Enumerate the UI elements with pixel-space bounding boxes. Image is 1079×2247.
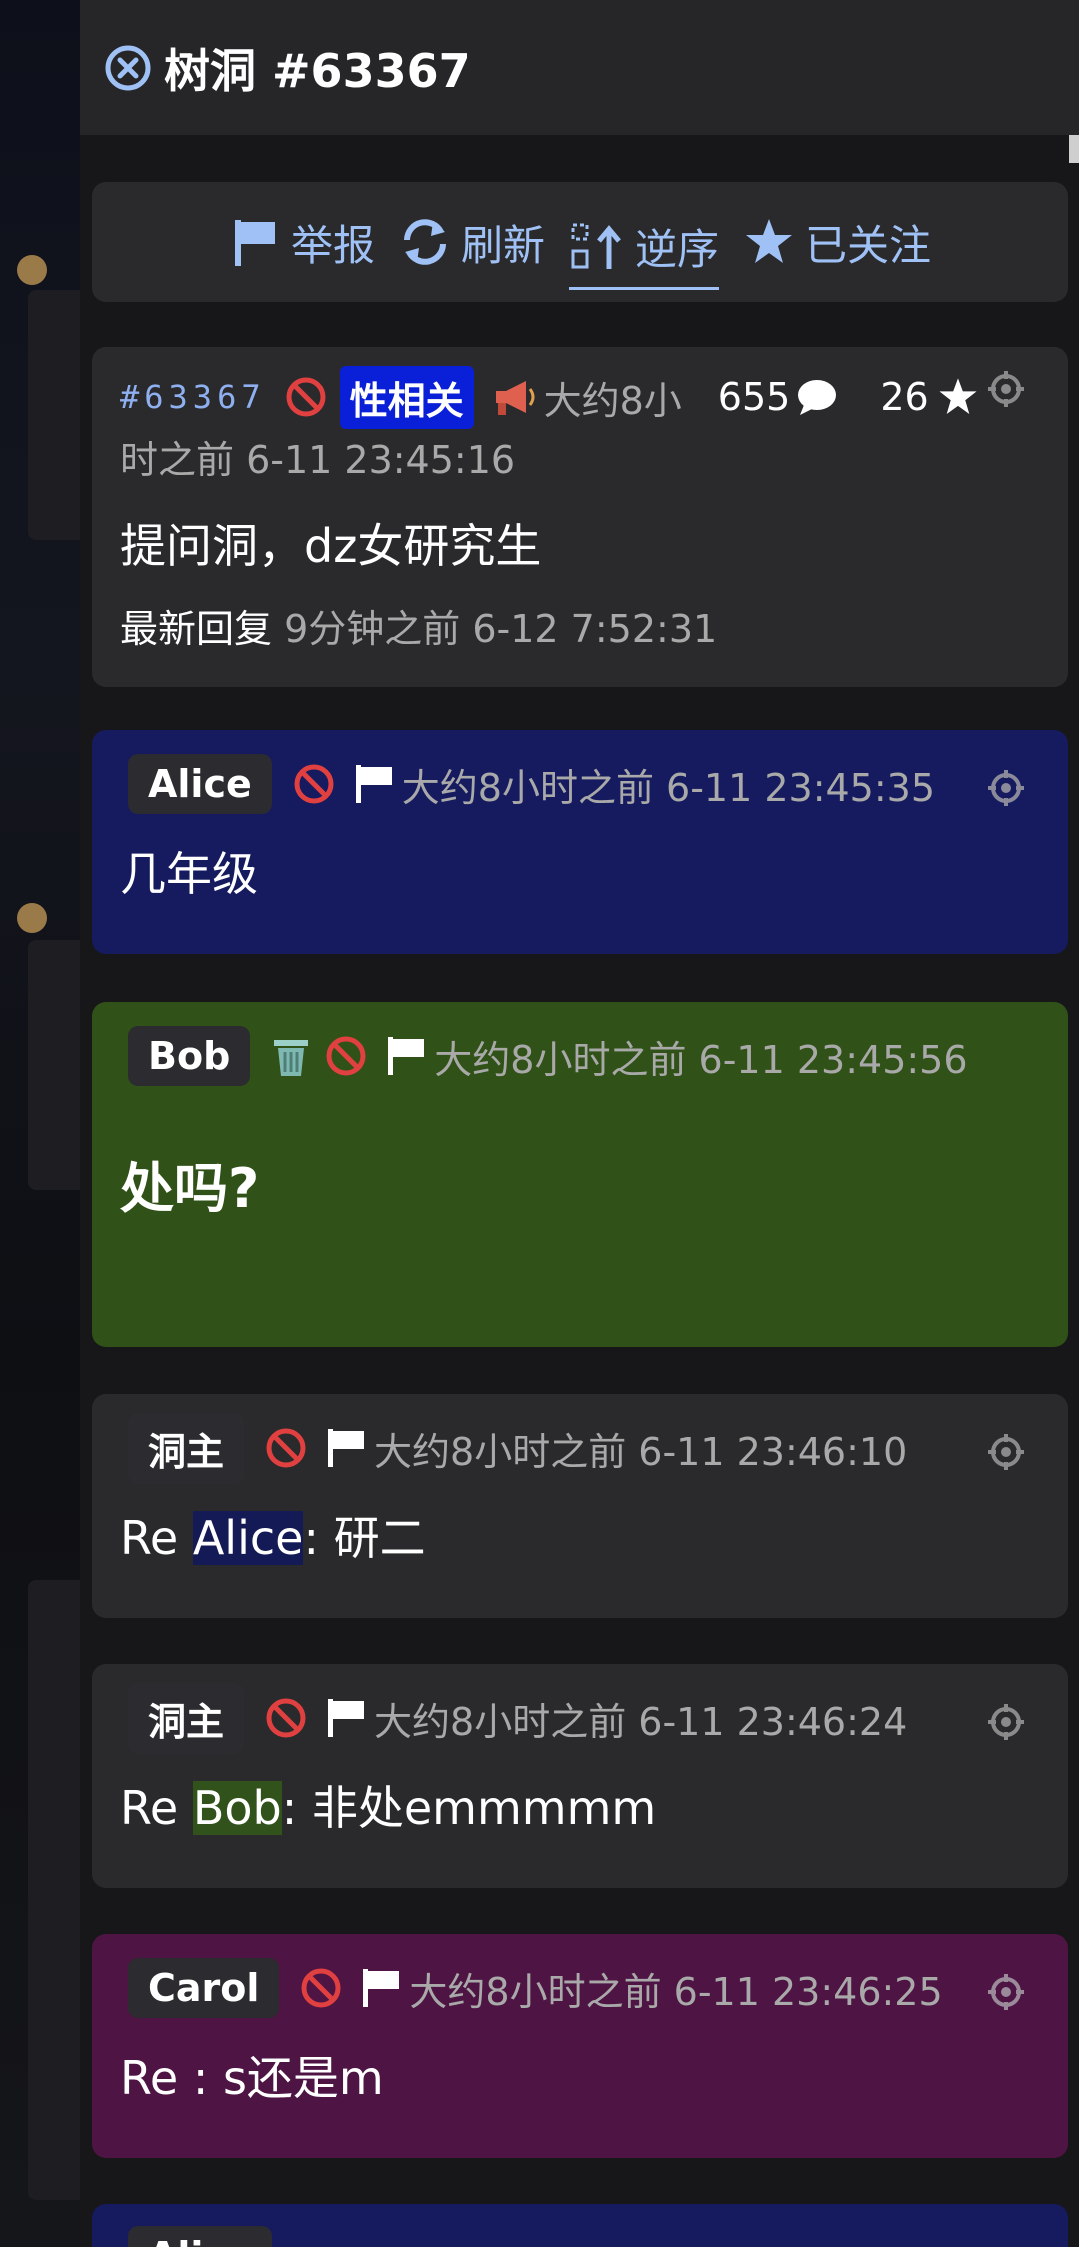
reply-time: 大约8小时之前 6-11 23:45:56 — [434, 1037, 968, 1082]
report-label: 举报 — [290, 220, 375, 270]
post-id[interactable]: #63367 — [120, 378, 266, 416]
reply-author: Alice — [128, 754, 272, 814]
reply-author: 洞主 — [128, 1412, 245, 1484]
action-toolbar: 举报 刷新 逆序 已关注 — [92, 182, 1068, 302]
megaphone-icon — [492, 375, 536, 419]
reply-card: Alice 大约8小时之前 6-11 23:45:35 几年级 — [92, 730, 1068, 954]
reply-content: Re Bob: 非处emmmmm — [120, 1772, 1040, 1838]
locate-icon[interactable] — [986, 1432, 1026, 1472]
flag-icon[interactable] — [326, 1427, 366, 1469]
followed-label: 已关注 — [805, 220, 932, 270]
background-card — [28, 940, 88, 1190]
refresh-label: 刷新 — [460, 220, 545, 270]
star-icon — [937, 376, 979, 418]
reverse-label: 逆序 — [635, 225, 720, 274]
reply-author: Carol — [128, 1958, 280, 2018]
refresh-button[interactable]: 刷新 — [399, 202, 545, 282]
quoted-name[interactable]: Alice — [192, 1511, 304, 1565]
reply-author: 洞主 — [128, 1682, 245, 1754]
report-button[interactable]: 举报 — [229, 202, 375, 282]
page-title: 树洞 #63367 — [164, 43, 471, 98]
reply-card: Bob 大约8小时之前 6-11 23:45:56 处吗? — [92, 1002, 1068, 1347]
reply-prefix: Re — [120, 1511, 193, 1565]
latest-reply-label: 最新回复 — [120, 607, 273, 651]
reverse-order-button[interactable]: 逆序 — [569, 194, 720, 290]
reply-content: 几年级 — [120, 847, 258, 901]
reply-card: Carol 大约8小时之前 6-11 23:46:25 Re : s还是m — [92, 1934, 1068, 2158]
comment-icon — [796, 377, 838, 417]
reply-content: Re : s还是m — [120, 2051, 384, 2105]
ban-icon[interactable] — [299, 1966, 343, 2010]
quoted-name[interactable]: Bob — [192, 1781, 282, 1835]
ban-icon[interactable] — [324, 1034, 368, 1078]
panel-header: 树洞 #63367 — [80, 0, 1079, 135]
reply-text: : 非处emmmmm — [281, 1781, 657, 1835]
reply-author: Alice — [128, 2226, 272, 2247]
post-detail-panel: 树洞 #63367 举报 刷新 逆序 已关注 #63367 性相关 大约8小 6… — [80, 0, 1079, 2247]
main-post-card: #63367 性相关 大约8小 655 26 时之前 6-11 23:45:16… — [92, 347, 1068, 687]
post-time-part2: 时之前 6-11 23:45:16 — [120, 438, 516, 482]
sort-icon — [571, 223, 621, 269]
post-content: 提问洞，dz女研究生 — [120, 519, 542, 573]
locate-icon[interactable] — [986, 369, 1026, 409]
close-button[interactable] — [104, 44, 152, 92]
reply-time: 大约8小时之前 6-11 23:45:35 — [401, 765, 936, 810]
post-time-part1: 大约8小 — [543, 378, 682, 423]
flag-icon[interactable] — [326, 1697, 366, 1739]
reply-text: : 研二 — [303, 1511, 426, 1565]
latest-reply-time: 9分钟之前 6-12 7:52:31 — [284, 607, 718, 651]
reply-card: 洞主 大约8小时之前 6-11 23:46:24 Re Bob: 非处emmmm… — [92, 1664, 1068, 1888]
star-icon — [746, 219, 793, 263]
locate-icon[interactable] — [986, 1702, 1026, 1742]
background-card — [28, 290, 88, 540]
reply-prefix: Re — [120, 1781, 193, 1835]
ban-icon[interactable] — [264, 1696, 308, 1740]
locate-icon[interactable] — [986, 1972, 1026, 2012]
follow-button[interactable]: 已关注 — [743, 202, 931, 282]
timeline-dot — [17, 903, 47, 933]
reply-content: Re Alice: 研二 — [120, 1502, 1040, 1568]
flag-icon[interactable] — [361, 1967, 401, 2009]
reply-card: Alice — [92, 2204, 1068, 2247]
reply-time: 大约8小时之前 6-11 23:46:24 — [374, 1699, 908, 1744]
flag-icon[interactable] — [386, 1035, 426, 1077]
refresh-icon — [403, 219, 446, 265]
trash-icon — [270, 1034, 312, 1078]
timeline-dot — [17, 255, 47, 285]
background-card — [28, 1580, 88, 2200]
close-icon — [105, 45, 151, 90]
ban-icon[interactable] — [284, 375, 328, 419]
reply-card: 洞主 大约8小时之前 6-11 23:46:10 Re Alice: 研二 — [92, 1394, 1068, 1618]
post-tag: 性相关 — [339, 365, 474, 429]
star-count: 26 — [880, 375, 929, 419]
flag-icon — [234, 220, 275, 266]
reply-time: 大约8小时之前 6-11 23:46:25 — [409, 1969, 943, 2014]
flag-icon[interactable] — [354, 763, 394, 805]
reply-author: Bob — [128, 1026, 251, 1086]
locate-icon[interactable] — [986, 768, 1026, 808]
ban-icon[interactable] — [292, 762, 336, 806]
reply-count: 655 — [717, 375, 791, 419]
scrollbar[interactable] — [1069, 135, 1079, 163]
reply-time: 大约8小时之前 6-11 23:46:10 — [374, 1429, 908, 1474]
reply-content: 处吗? — [120, 1157, 260, 1220]
ban-icon[interactable] — [264, 1426, 308, 1470]
